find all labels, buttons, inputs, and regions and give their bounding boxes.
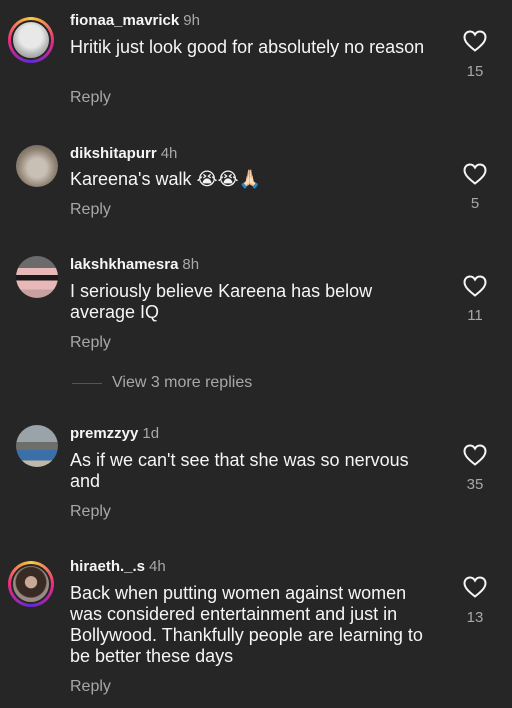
heart-outline-icon[interactable] [463,163,487,185]
reply-button[interactable]: Reply [70,678,111,696]
avatar[interactable] [16,145,58,187]
timestamp: 8h [182,256,200,273]
heart-outline-icon[interactable] [463,275,487,297]
username[interactable]: premzzyy [70,425,138,442]
view-more-replies[interactable]: View 3 more replies [72,373,252,393]
heart-outline-icon[interactable] [463,30,487,52]
timestamp: 4h [160,145,178,162]
like-count: 13 [466,609,484,626]
reply-button[interactable]: Reply [70,334,111,352]
reply-button[interactable]: Reply [70,89,111,107]
like-count: 15 [466,63,484,80]
username[interactable]: hiraeth._.s [70,558,145,575]
username[interactable]: dikshitapurr [70,145,157,162]
view-more-replies-label: View 3 more replies [112,374,253,391]
like-count: 35 [466,476,484,493]
avatar[interactable] [8,17,54,63]
username[interactable]: lakshkhamesra [70,256,178,273]
divider [72,382,102,384]
avatar[interactable] [8,561,54,607]
comment-text: Hritik just look good for absolutely no … [70,37,425,57]
timestamp: 9h [183,12,200,29]
comment-text: Back when putting women against women wa… [70,583,423,666]
username[interactable]: fionaa_mavrick [70,12,179,29]
reply-button[interactable]: Reply [70,201,111,219]
timestamp: 4h [149,558,166,575]
avatar[interactable] [16,256,58,298]
timestamp: 1d [142,425,160,442]
comment-text: As if we can't see that she was so nervo… [70,450,409,491]
like-count: 5 [470,195,480,212]
like-count: 11 [467,307,483,324]
comment-text: Kareena's walk 😭😭🙏🏻 [70,169,261,189]
heart-outline-icon[interactable] [463,576,487,598]
reply-button[interactable]: Reply [70,503,111,521]
avatar[interactable] [16,425,58,467]
comment-text: I seriously believe Kareena has below av… [70,281,373,322]
heart-outline-icon[interactable] [463,444,487,466]
